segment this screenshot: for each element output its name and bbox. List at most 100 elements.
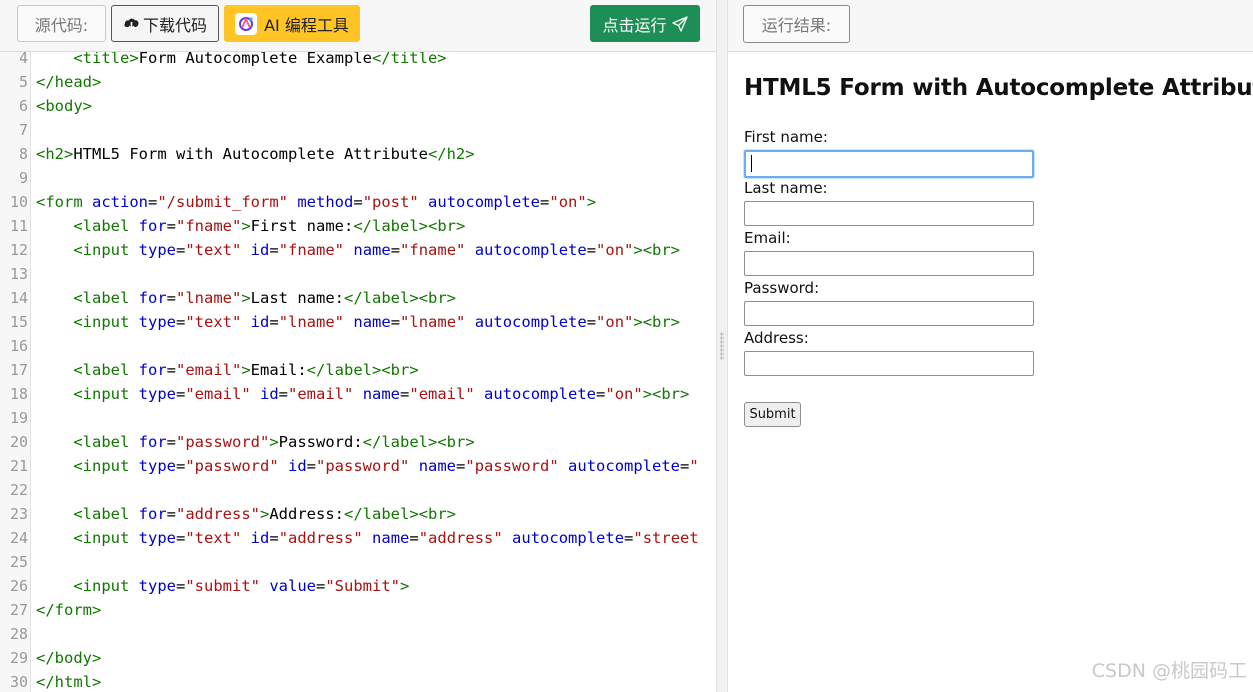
code-token-plain: Password: [278,433,363,451]
email-input[interactable] [744,251,1034,276]
code-token-plain: = [540,193,550,211]
line-number: 20 [9,433,28,451]
code-token-tag: <input [73,313,139,331]
code-token-plain: = [586,241,597,259]
code-token-tag: > [269,433,279,451]
line-content: <title>Form Autocomplete Example</title> [36,52,446,70]
code-token-str: "on" [596,313,634,331]
line-number: 23 [9,505,28,523]
code-token-plain: = [269,313,279,331]
code-token-str: "email" [185,385,251,403]
code-token-str: "lname" [278,313,345,331]
line-number: 17 [9,361,28,379]
line-number: 8 [18,145,28,163]
code-token-plain: = [175,385,186,403]
code-token-tag: <label [73,361,139,379]
code-token-tag: </h2> [427,145,475,163]
code-line: 4 <title>Form Autocomplete Example</titl… [0,52,716,70]
address-label: Address: [744,329,809,347]
code-line: 8 <h2>HTML5 Form with Autocomplete Attrib… [0,142,716,166]
last-name-input[interactable] [744,201,1034,226]
line-content: <label for="password">Password:</label><… [36,430,474,454]
code-token-plain: = [306,457,317,475]
code-token-tag: </html> [36,673,102,691]
code-token-plain: = [166,289,176,307]
code-token-plain: = [586,313,597,331]
code-token-tag: <input [73,577,139,595]
code-editor[interactable]: 4 <title>Form Autocomplete Example</titl… [0,52,716,692]
line-content: <label for="fname">First name:</label><b… [36,214,465,238]
code-token-tag: <label [73,505,139,523]
line-number: 27 [9,601,28,619]
line-number: 25 [9,553,28,571]
code-line: 6 <body> [0,94,716,118]
code-token-str: "text" [185,241,242,259]
preview-heading: HTML5 Form with Autocomplete Attribute [744,75,1253,101]
run-result-label: 运行结果: [743,5,850,43]
code-token-tag: </body> [36,649,102,667]
code-token-tag: > [241,217,251,235]
code-token-str: " [689,457,699,475]
code-token-attr: action [92,193,148,211]
code-token-tag: <form [36,193,92,211]
code-token-plain: = [269,241,279,259]
line-number: 26 [9,577,28,595]
password-input[interactable] [744,301,1034,326]
code-token-tag: <input [73,457,139,475]
code-token-tag: </form> [36,601,102,619]
first-name-input[interactable] [744,150,1034,178]
line-number: 11 [9,217,28,235]
address-input[interactable] [744,351,1034,376]
code-line: 23 <label for="address">Address:</label>… [0,502,716,526]
code-line: 15 <input type="text" id="lname" name="l… [0,310,716,334]
line-content: <input type="text" id="fname" name="fnam… [36,238,680,262]
code-token-attr: type [138,577,176,595]
code-line: 26 <input type="submit" value="Submit"> [0,574,716,598]
code-token-str: "text" [185,313,242,331]
code-token-tag: > [400,577,410,595]
password-label: Password: [744,279,820,297]
code-token-plain: Email: [250,361,307,379]
code-token-str: "password" [465,457,559,475]
code-token-str: "/submit_form" [157,193,288,211]
code-token-attr: type [138,457,176,475]
code-line: 21 <input type="password" id="password" … [0,454,716,478]
submit-button[interactable]: Submit [744,402,801,427]
code-editor-panel: 源代码: 下载代码 AI 编程工具 点击运行 4 <title>Form Aut… [0,0,716,692]
ai-tools-button[interactable]: AI 编程工具 [224,5,360,42]
code-line: 29 </body> [0,646,716,670]
code-token-plain: First name: [250,217,354,235]
download-code-button[interactable]: 下载代码 [111,5,219,42]
code-token-attr: id [250,241,270,259]
line-content: <label for="lname">Last name:</label><br… [36,286,456,310]
code-token-attr: for [138,361,167,379]
run-code-button[interactable]: 点击运行 [590,5,700,42]
line-content: <input type="password" id="password" nam… [36,454,699,478]
code-token-tag: </label><br> [344,505,456,523]
code-token-attr: autocomplete [428,193,541,211]
code-token-attr: autocomplete [474,241,587,259]
code-token-attr: autocomplete [484,385,597,403]
line-number: 19 [9,409,28,427]
code-token-plain: = [175,577,186,595]
panel-resize-handle[interactable] [716,0,728,692]
line-number: 15 [9,313,28,331]
code-token-plain: = [456,457,466,475]
code-token-plain: = [269,529,279,547]
code-token-str: "lname" [400,313,466,331]
code-token-str: "password" [185,457,279,475]
code-token-attr: id [288,457,307,475]
code-token-plain: = [175,457,186,475]
code-token-str: "on" [549,193,587,211]
